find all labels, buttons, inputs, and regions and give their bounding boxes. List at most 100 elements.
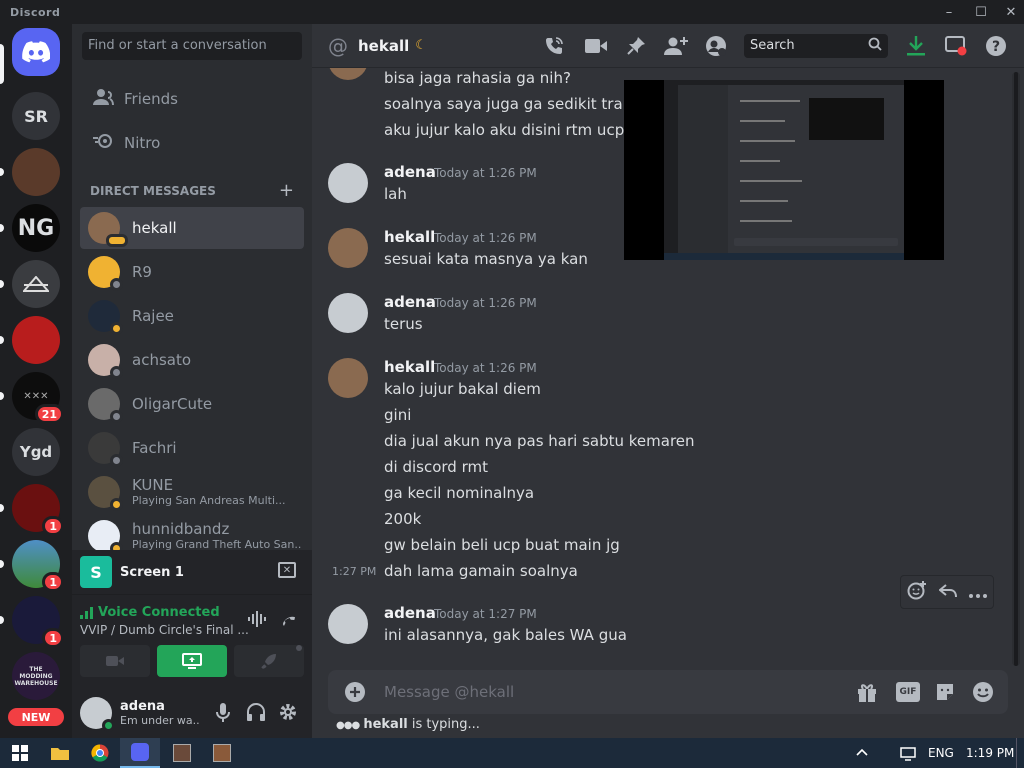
add-dm-button[interactable]: +	[279, 180, 294, 201]
message-text: kalo jujur bakal diem	[384, 380, 541, 398]
user-avatar[interactable]	[80, 697, 115, 732]
server-icon[interactable]: 1	[12, 596, 64, 648]
dm-item-oligarcute[interactable]: OligarCute	[80, 383, 304, 425]
avatar[interactable]	[328, 293, 368, 333]
preview-text-line	[740, 100, 800, 102]
emoji-icon[interactable]	[972, 681, 994, 707]
nitro-icon	[92, 133, 124, 154]
taskbar-chrome[interactable]	[80, 738, 120, 768]
dm-item-fachri[interactable]: Fachri	[80, 427, 304, 469]
avatar[interactable]	[328, 163, 368, 203]
add-friend-icon[interactable]	[664, 34, 688, 58]
message-input[interactable]: Message @hekall	[384, 683, 514, 701]
message-text: sesuai kata masnya ya kan	[384, 250, 588, 268]
sticker-icon[interactable]	[934, 681, 956, 707]
camera-button[interactable]	[80, 645, 150, 677]
screen-share-preview[interactable]	[624, 80, 944, 260]
dm-item-kune[interactable]: KUNE Playing San Andreas Multi...	[80, 471, 304, 513]
svg-text:?: ?	[992, 39, 1000, 55]
avatar[interactable]	[328, 604, 368, 644]
activity-button[interactable]	[234, 645, 304, 677]
clock[interactable]: 1:19 PM	[966, 746, 1014, 760]
server-ng[interactable]: NG	[12, 204, 60, 252]
dm-item-r9[interactable]: R9	[80, 251, 304, 293]
nitro-link[interactable]: Nitro	[80, 122, 304, 164]
user-profile-icon[interactable]	[704, 34, 728, 58]
tray-chevron-icon[interactable]	[856, 745, 868, 759]
mention-badge: 1	[42, 516, 64, 536]
avatar[interactable]	[328, 228, 368, 268]
settings-gear-icon[interactable]	[278, 702, 298, 726]
inbox-icon[interactable]	[944, 34, 968, 58]
headphones-icon[interactable]	[246, 703, 266, 725]
dm-item-hekall[interactable]: hekall	[80, 207, 304, 249]
gif-button[interactable]: GIF	[896, 682, 920, 702]
game-icon	[173, 744, 191, 762]
voice-channel[interactable]: VVIP / Dumb Circle's Final ...	[80, 623, 249, 637]
message-text: ga kecil nominalnya	[384, 484, 535, 502]
taskbar-file-explorer[interactable]	[40, 738, 80, 768]
close-button[interactable]: ✕	[996, 0, 1024, 24]
minimize-button[interactable]: –	[934, 0, 964, 24]
unread-pill	[0, 224, 4, 232]
reply-icon[interactable]	[938, 583, 957, 602]
screen-share-button[interactable]	[157, 645, 227, 677]
gift-icon[interactable]	[856, 681, 878, 707]
user-info[interactable]: adena Em under wa...	[120, 699, 200, 727]
microphone-icon[interactable]	[216, 703, 230, 727]
home-button[interactable]	[12, 28, 60, 76]
help-icon[interactable]: ?	[984, 34, 1008, 58]
avatar[interactable]	[328, 358, 368, 398]
add-reaction-icon[interactable]	[907, 580, 927, 604]
message-author[interactable]: adena	[384, 293, 436, 311]
message-author[interactable]: hekall	[384, 228, 435, 246]
idle-moon-icon: ☾	[415, 38, 427, 53]
message-author[interactable]: hekall	[384, 358, 435, 376]
chat-header: @ hekall ☾ Search ?	[312, 24, 1024, 68]
voice-call-icon[interactable]	[542, 34, 566, 58]
server-icon[interactable]: ✕✕✕ 21	[12, 372, 64, 424]
message-author[interactable]: adena	[384, 604, 436, 622]
server-icon[interactable]	[12, 148, 60, 196]
message-composer: Message @hekall GIF	[328, 670, 1008, 714]
server-sr[interactable]: SR	[12, 92, 60, 140]
attach-plus-icon[interactable]	[344, 681, 366, 707]
server-icon[interactable]	[12, 316, 60, 364]
screen-share-bar: S Screen 1 ✕	[72, 550, 312, 594]
stop-stream-icon[interactable]: ✕	[278, 562, 296, 578]
server-icon[interactable]	[12, 260, 60, 308]
show-desktop-button[interactable]	[1016, 738, 1024, 768]
screen-label: Screen 1	[120, 564, 184, 580]
server-icon[interactable]: 1	[12, 484, 64, 536]
unread-pill	[0, 616, 4, 624]
download-icon[interactable]	[904, 34, 928, 58]
taskbar-discord[interactable]	[120, 738, 160, 768]
noise-suppression-icon[interactable]	[248, 611, 266, 631]
dm-item-achsato[interactable]: achsato	[80, 339, 304, 381]
server-ygd[interactable]: Ygd	[12, 428, 60, 476]
avatar	[88, 476, 123, 511]
dm-item-rajee[interactable]: Rajee	[80, 295, 304, 337]
server-icon[interactable]: 1	[12, 540, 64, 592]
server-modding-warehouse[interactable]: THE MODDING WAREHOUSE	[12, 652, 60, 700]
disconnect-icon[interactable]	[278, 609, 298, 633]
taskbar-game-1[interactable]	[162, 738, 202, 768]
search-input[interactable]: Find or start a conversation	[82, 32, 302, 60]
network-icon[interactable]	[900, 746, 918, 765]
scrollbar-thumb[interactable]	[1014, 72, 1018, 666]
maximize-button[interactable]: ☐	[966, 0, 996, 24]
preview-sidebar	[678, 85, 728, 253]
header-search-input[interactable]: Search	[744, 34, 888, 58]
new-badge[interactable]: NEW	[8, 708, 64, 726]
friends-link[interactable]: Friends	[80, 78, 304, 120]
server-rail: SR NG ✕✕✕ 21 Ygd 1 1 1 THE MODDING WAREH…	[0, 24, 72, 738]
pin-icon[interactable]	[624, 34, 648, 58]
mention-badge: 1	[42, 628, 64, 648]
video-call-icon[interactable]	[584, 34, 608, 58]
language-indicator[interactable]: ENG	[928, 746, 954, 760]
start-button[interactable]	[0, 738, 40, 768]
more-options-icon[interactable]	[969, 583, 987, 602]
message-author[interactable]: adena	[384, 163, 436, 181]
user-panel: adena Em under wa...	[72, 688, 312, 738]
taskbar-game-2[interactable]	[202, 738, 242, 768]
